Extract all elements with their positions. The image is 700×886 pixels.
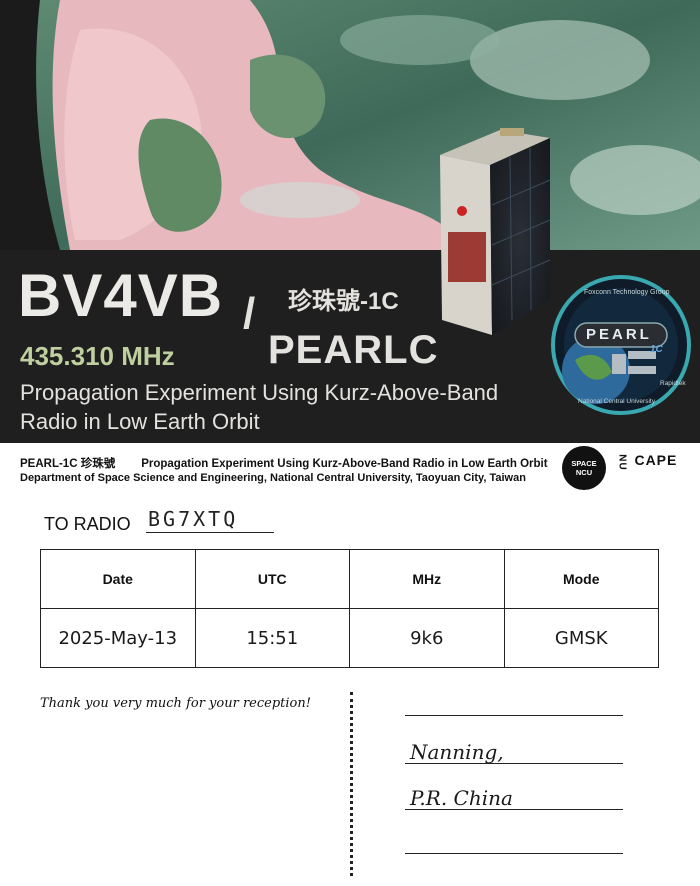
- header-utc: UTC: [194, 549, 350, 609]
- badge-side-text: Rapidtek: [660, 380, 686, 387]
- cell-mode: GMSK: [503, 608, 659, 668]
- downlink-frequency: 435.310 MHz: [20, 341, 175, 371]
- pearl-mission-badge: [551, 275, 691, 415]
- cell-mhz: 9k6: [349, 608, 505, 668]
- header-mhz: MHz: [349, 549, 505, 609]
- mission-info-line: PEARL-1C 珍珠號 Propagation Experiment Using…: [20, 455, 548, 471]
- satellite-name: PEARLC: [268, 328, 439, 372]
- earth-photo: [0, 0, 700, 443]
- banner-photo: BV4VB / 珍珠號-1C PEARLC 435.310 MHz Propag…: [0, 0, 700, 443]
- mission-name: PEARL-1C 珍珠號: [20, 458, 116, 470]
- space-ncu-logo-line1: SPACE: [571, 459, 597, 468]
- cell-date: 2025-May-13: [40, 608, 196, 668]
- address-line-4: [405, 853, 623, 854]
- to-radio-label: TO RADIO: [44, 514, 131, 534]
- space-ncu-logo: SPACE NCU: [562, 446, 606, 490]
- title-slash: /: [243, 289, 256, 338]
- badge-top-text: Foxconn Technology Group: [584, 289, 670, 296]
- satellite-image: [440, 128, 551, 335]
- qsl-card: BV4VB / 珍珠號-1C PEARLC 435.310 MHz Propag…: [0, 0, 700, 886]
- thanks-message: Thank you very much for your reception!: [40, 696, 311, 711]
- space-ncu-logo-line2: NCU: [575, 468, 593, 477]
- department-line: Department of Space Science and Engineer…: [20, 472, 526, 484]
- header-date: Date: [40, 549, 196, 609]
- badge-sub: 1C: [650, 344, 663, 355]
- address-line-1: [405, 715, 623, 716]
- address-text-2: P.R. China: [410, 786, 513, 810]
- mission-description: Propagation Experiment Using Kurz-Above-…: [141, 458, 548, 470]
- badge-bottom-text: National Central University: [578, 398, 655, 405]
- satellite-chinese-name: 珍珠號-1C: [288, 288, 399, 315]
- cape-logo: NU CAPE: [616, 452, 678, 471]
- address-line-3: [405, 809, 623, 810]
- table-header-row: Date UTC MHz Mode: [40, 549, 659, 609]
- experiment-title-line1: Propagation Experiment Using Kurz-Above-…: [20, 380, 499, 405]
- cape-logo-text: CAPE: [634, 452, 678, 468]
- qso-log-table: Date UTC MHz Mode 2025-May-13 15:51 9k6 …: [40, 549, 659, 668]
- badge-name: PEARL: [586, 326, 652, 343]
- dotted-divider: [350, 692, 353, 876]
- address-line-2: [405, 763, 623, 764]
- table-row: 2025-May-13 15:51 9k6 GMSK: [40, 608, 659, 668]
- station-callsign: BV4VB: [18, 262, 224, 329]
- to-radio-callsign: BG7XTQ: [146, 507, 274, 533]
- header-mode: Mode: [503, 549, 659, 609]
- address-text-1: Nanning,: [410, 740, 504, 764]
- experiment-title-line2: Radio in Low Earth Orbit: [20, 409, 260, 434]
- cell-utc: 15:51: [194, 608, 350, 668]
